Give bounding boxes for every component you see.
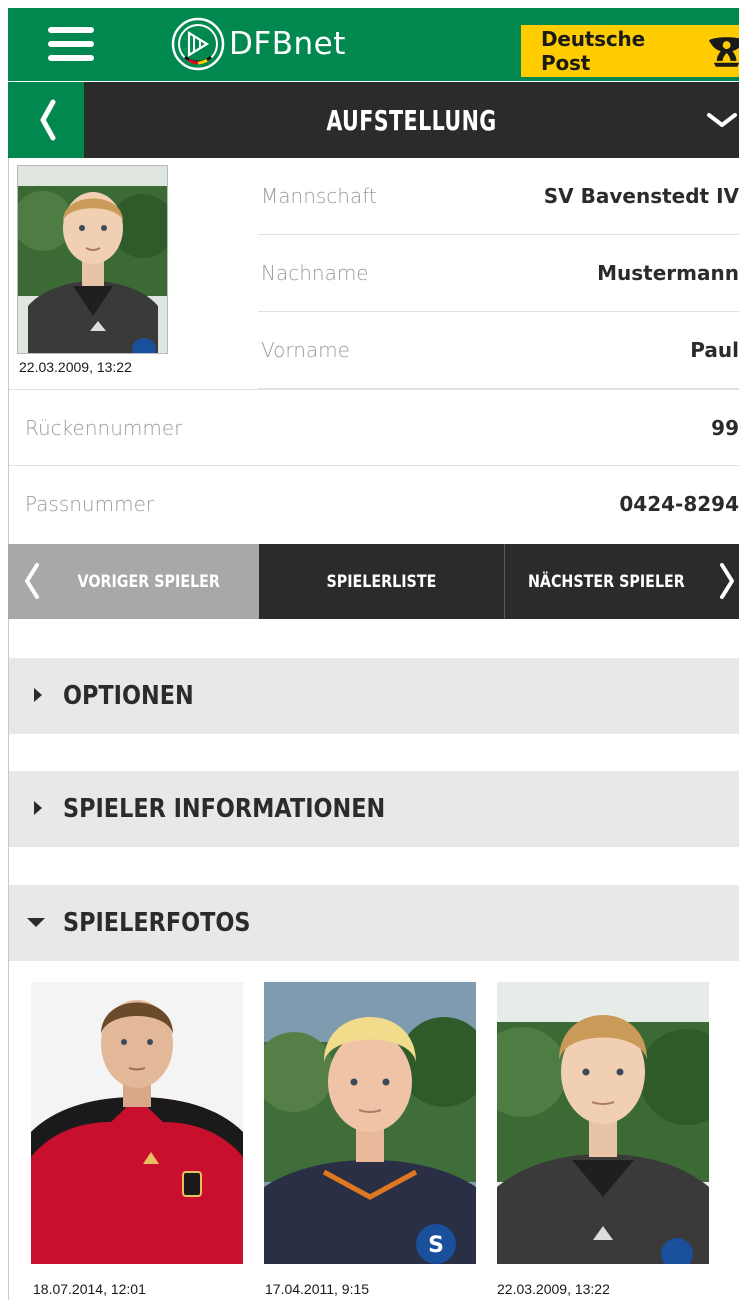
player-photo-1-image — [31, 982, 243, 1264]
info-row-jersey-number: Rückennummer 99 — [9, 389, 739, 466]
player-photo-2-image: S — [264, 982, 476, 1264]
logo-text: DFBnet — [229, 26, 346, 62]
next-player-label: NÄCHSTER SPIELER — [527, 571, 685, 592]
menu-icon[interactable] — [48, 27, 94, 61]
pass-number-value: 0424-8294 — [619, 492, 739, 516]
caret-right-icon — [34, 801, 42, 815]
player-photo-1[interactable] — [31, 982, 243, 1264]
info-row-pass-number: Passnummer 0424-8294 — [9, 466, 739, 543]
team-value: SV Bavenstedt IV — [543, 184, 739, 208]
portrait-date: 22.03.2009, 13:22 — [19, 359, 132, 375]
dfbnet-logo[interactable]: DFBnet — [171, 17, 346, 71]
chevron-right-icon — [720, 563, 734, 599]
back-button[interactable] — [8, 82, 84, 158]
player-photo-3-image — [497, 982, 709, 1264]
info-row-lastname: Nachname Mustermann — [258, 235, 739, 312]
next-player-button[interactable]: NÄCHSTER SPIELER — [505, 544, 739, 619]
player-portrait[interactable] — [17, 165, 168, 354]
photo-1-caption: 18.07.2014, 12:01 — [33, 1281, 146, 1297]
team-label: Mannschaft — [261, 184, 377, 208]
player-photo-3[interactable] — [497, 982, 709, 1264]
player-list-label: SPIELERLISTE — [326, 571, 437, 592]
caret-down-icon — [27, 918, 45, 927]
svg-text:S: S — [428, 1233, 444, 1258]
jersey-number-value: 99 — [711, 416, 739, 440]
section-player-photos[interactable]: SPIELERFOTOS — [9, 885, 739, 961]
sponsor-banner[interactable]: Deutsche Post — [521, 25, 739, 77]
player-navigation: VORIGER SPIELER SPIELERLISTE NÄCHSTER SP… — [8, 544, 739, 619]
info-row-team: Mannschaft SV Bavenstedt IV — [258, 158, 739, 235]
lastname-value: Mustermann — [597, 261, 739, 285]
photo-2-caption: 17.04.2011, 9:15 — [265, 1281, 370, 1297]
section-player-info-title: SPIELER INFORMATIONEN — [63, 794, 386, 824]
lastname-label: Nachname — [261, 261, 369, 285]
firstname-label: Vorname — [261, 338, 350, 362]
firstname-value: Paul — [690, 338, 739, 362]
jersey-number-label: Rückennummer — [25, 416, 183, 440]
chevron-left-icon — [40, 99, 56, 141]
section-player-info[interactable]: SPIELER INFORMATIONEN — [9, 771, 739, 847]
section-player-photos-title: SPIELERFOTOS — [63, 908, 251, 938]
post-horn-icon — [708, 37, 739, 67]
info-row-firstname: Vorname Paul — [258, 312, 739, 389]
section-options[interactable]: OPTIONEN — [9, 658, 739, 734]
player-photo-image — [18, 166, 167, 353]
pass-number-label: Passnummer — [25, 492, 155, 516]
dfb-logo-icon — [171, 17, 225, 71]
page-title: AUFSTELLUNG — [326, 103, 497, 137]
player-list-button[interactable]: SPIELERLISTE — [259, 544, 505, 619]
chevron-left-icon — [25, 563, 39, 599]
previous-player-label: VORIGER SPIELER — [77, 571, 220, 592]
page-header: AUFSTELLUNG — [8, 82, 739, 158]
caret-right-icon — [34, 688, 42, 702]
photo-3-caption: 22.03.2009, 13:22 — [497, 1281, 610, 1297]
chevron-down-icon[interactable] — [705, 104, 739, 138]
top-app-bar: DFBnet Deutsche Post — [8, 8, 739, 81]
player-photo-2[interactable]: S — [264, 982, 476, 1264]
previous-player-button[interactable]: VORIGER SPIELER — [8, 544, 259, 619]
section-options-title: OPTIONEN — [63, 681, 194, 711]
sponsor-text: Deutsche Post — [541, 27, 645, 75]
